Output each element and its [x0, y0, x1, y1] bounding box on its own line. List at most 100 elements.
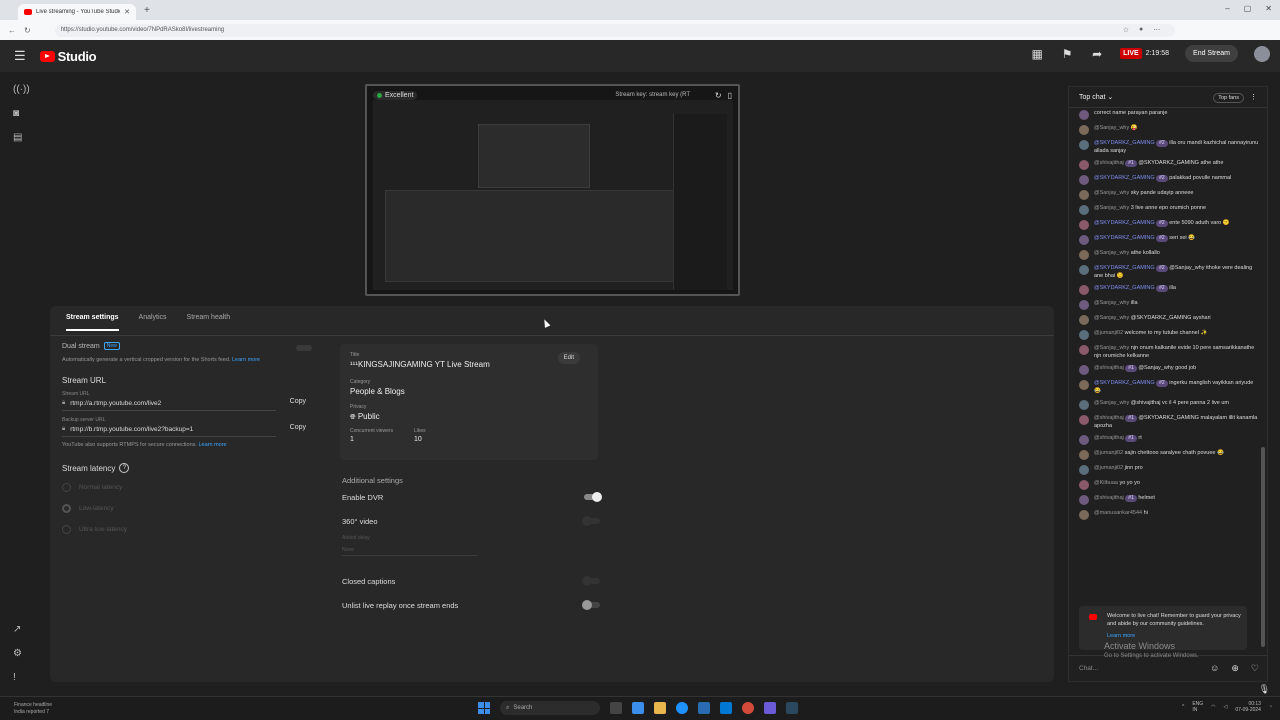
chat-message[interactable]: @Sanjay_why njn onum kalkanile evide 10 …: [1069, 342, 1267, 362]
mail-icon[interactable]: [720, 702, 732, 714]
refresh-preview-icon[interactable]: ↻: [715, 91, 722, 100]
chat-avatar[interactable]: [1079, 315, 1089, 325]
stream-key-selector[interactable]: Stream key: stream key (RT: [615, 92, 690, 98]
language-indicator[interactable]: ENG IN: [1192, 701, 1203, 713]
chat-author[interactable]: @SKYDARKZ_GAMING: [1094, 140, 1155, 146]
chat-author[interactable]: @Kilbuaa: [1094, 480, 1118, 486]
chat-avatar[interactable]: [1079, 465, 1089, 475]
chat-avatar[interactable]: [1079, 400, 1089, 410]
chat-message[interactable]: @SKYDARKZ_GAMING #2 seri sei 😂: [1069, 232, 1267, 247]
chat-message[interactable]: @Sanjay_why 😜: [1069, 122, 1267, 137]
chat-message[interactable]: @SKYDARKZ_GAMING #2 illa: [1069, 282, 1267, 297]
top-fans-button[interactable]: Top fans: [1213, 93, 1244, 103]
chat-author[interactable]: @Sanjay_why: [1094, 315, 1129, 321]
chat-avatar[interactable]: [1079, 510, 1089, 520]
dual-stream-toggle[interactable]: [296, 345, 312, 351]
chat-author[interactable]: @shivajithaj: [1094, 160, 1124, 166]
help-icon[interactable]: ?: [119, 463, 130, 473]
chat-avatar[interactable]: [1079, 450, 1089, 460]
chat-avatar[interactable]: [1079, 435, 1089, 445]
chat-avatar[interactable]: [1079, 285, 1089, 295]
chat-message[interactable]: @SKYDARKZ_GAMING #2 illa oru mandi kazhi…: [1069, 137, 1267, 157]
chat-author[interactable]: @SKYDARKZ_GAMING: [1094, 220, 1155, 226]
refresh-icon[interactable]: ↻: [24, 26, 31, 35]
close-window-icon[interactable]: ✕: [1265, 4, 1272, 13]
chat-avatar[interactable]: [1079, 480, 1089, 490]
chat-avatar[interactable]: [1079, 205, 1089, 215]
chat-avatar[interactable]: [1079, 250, 1089, 260]
chat-message[interactable]: @SKYDARKZ_GAMING #2 @Sanjay_why ithoke v…: [1069, 262, 1267, 282]
chat-avatar[interactable]: [1079, 235, 1089, 245]
added-delay-select[interactable]: None: [342, 547, 478, 556]
chat-message[interactable]: @SKYDARKZ_GAMING #2 ente 5090 aduth varo…: [1069, 217, 1267, 232]
chat-message[interactable]: @Kilbuaa yo yo yo: [1069, 477, 1267, 492]
chat-author[interactable]: @shivajithaj: [1094, 435, 1124, 441]
chat-author[interactable]: @Sanjay_why: [1094, 250, 1129, 256]
steam-icon[interactable]: [786, 702, 798, 714]
tab-stream-settings[interactable]: Stream settings: [66, 314, 119, 331]
latency-low-option[interactable]: Low-latency: [62, 504, 322, 513]
chat-avatar[interactable]: [1079, 190, 1089, 200]
chat-message-list[interactable]: correct name parayan paranje @Sanjay_why …: [1069, 107, 1267, 612]
tab-stream-health[interactable]: Stream health: [187, 314, 231, 331]
back-icon[interactable]: ←: [8, 26, 16, 35]
studio-logo[interactable]: Studio: [39, 49, 97, 64]
enable-dvr-toggle[interactable]: [584, 492, 602, 502]
top-chat-dropdown[interactable]: Top chat ⌄: [1079, 93, 1113, 101]
chat-author[interactable]: @jumanji02: [1094, 465, 1123, 471]
chat-avatar[interactable]: [1079, 140, 1089, 150]
browser-menu-icon[interactable]: ⋯: [1153, 26, 1160, 34]
chat-message[interactable]: @shivajithaj #1 @SKYDARKZ_GAMING malayal…: [1069, 412, 1267, 432]
volume-icon[interactable]: ◁: [1224, 704, 1228, 710]
chat-author[interactable]: @SKYDARKZ_GAMING: [1094, 285, 1155, 291]
chat-message[interactable]: @Sanjay_why sky pande udayip anneee: [1069, 187, 1267, 202]
chat-message[interactable]: @SKYDARKZ_GAMING #2 palakkad povulle nam…: [1069, 172, 1267, 187]
latency-ultra-option[interactable]: Ultra low-latency: [62, 525, 322, 534]
chat-message[interactable]: @jumanji02 jinn pro: [1069, 462, 1267, 477]
stream-preview[interactable]: Excellent Stream key: stream key (RT ↻ ▯: [365, 84, 740, 296]
app-icon[interactable]: [632, 702, 644, 714]
chat-scrollbar[interactable]: [1261, 447, 1265, 647]
chat-avatar[interactable]: [1079, 175, 1089, 185]
chat-avatar[interactable]: [1079, 160, 1089, 170]
chat-message[interactable]: @Sanjay_why 3 live anne epo orumich ponn…: [1069, 202, 1267, 217]
chat-message[interactable]: @Sanjay_why athe kollallo: [1069, 247, 1267, 262]
edit-button[interactable]: Edit: [557, 352, 580, 364]
news-widget[interactable]: Finance headline India reported 7: [14, 702, 52, 716]
chat-author[interactable]: @Sanjay_why: [1094, 190, 1129, 196]
notification-icon[interactable]: ◔: [1269, 704, 1272, 710]
chat-avatar[interactable]: [1079, 220, 1089, 230]
store-icon[interactable]: [698, 702, 710, 714]
chat-avatar[interactable]: [1079, 125, 1089, 135]
learn-more-link[interactable]: Learn more: [232, 357, 260, 363]
wifi-icon[interactable]: ◠: [1211, 704, 1215, 710]
chat-avatar[interactable]: [1079, 380, 1089, 390]
file-explorer-icon[interactable]: [654, 702, 666, 714]
minimize-icon[interactable]: –: [1225, 4, 1229, 13]
chat-avatar[interactable]: [1079, 495, 1089, 505]
heart-icon[interactable]: ♡: [1251, 663, 1259, 674]
chat-message[interactable]: correct name parayan paranje: [1069, 107, 1267, 122]
chat-author[interactable]: @Sanjay_why: [1094, 400, 1129, 406]
task-view-icon[interactable]: [610, 702, 622, 714]
end-stream-button[interactable]: End Stream: [1185, 45, 1238, 62]
url-input[interactable]: https://studio.youtube.com/video/7NPdRAS…: [54, 23, 1175, 37]
chat-author[interactable]: @SKYDARKZ_GAMING: [1094, 380, 1155, 386]
feedback-icon[interactable]: !: [13, 672, 16, 683]
chat-author[interactable]: @Sanjay_why: [1094, 125, 1129, 131]
learn-more-link[interactable]: Learn more: [198, 442, 226, 448]
chat-message[interactable]: @Sanjay_why illa: [1069, 297, 1267, 312]
favorite-icon[interactable]: ☆: [1123, 26, 1129, 34]
share-icon[interactable]: ➦: [1090, 47, 1104, 61]
new-tab-icon[interactable]: +: [144, 5, 150, 16]
unlist-replay-toggle[interactable]: [582, 600, 600, 610]
chat-author[interactable]: @shivajithaj: [1094, 365, 1124, 371]
chat-message[interactable]: @jumanji02 sajin chettooo saralyee chath…: [1069, 447, 1267, 462]
stream-icon[interactable]: ((·)): [13, 84, 30, 95]
account-avatar[interactable]: [1254, 45, 1270, 62]
emoji-icon[interactable]: ☺: [1210, 663, 1219, 674]
settings-icon[interactable]: ⚙: [13, 648, 22, 659]
chat-author[interactable]: @SKYDARKZ_GAMING: [1094, 235, 1155, 241]
fullscreen-icon[interactable]: ▯: [728, 91, 732, 100]
chat-message[interactable]: @Sanjay_why @SKYDARKZ_GAMING ayshari: [1069, 312, 1267, 327]
